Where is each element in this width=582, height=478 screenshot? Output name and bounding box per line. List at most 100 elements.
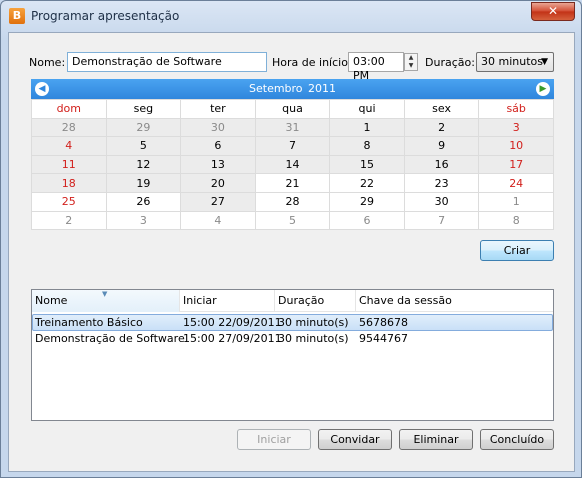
calendar-day[interactable]: 2	[31, 210, 107, 231]
calendar-day[interactable]: 28	[254, 191, 331, 212]
calendar-day[interactable]: 26	[105, 191, 182, 212]
calendar-day[interactable]: 6	[329, 210, 405, 231]
weekday-sun: dom	[31, 99, 107, 119]
column-header-start[interactable]: Iniciar	[180, 290, 275, 312]
calendar-day[interactable]: 3	[105, 210, 182, 231]
calendar-day[interactable]: 7	[254, 136, 331, 156]
row-duration: 30 minuto(s)	[278, 316, 349, 329]
duration-label: Duração:	[425, 56, 475, 69]
calendar-day[interactable]: 4	[180, 210, 256, 231]
weekday-fri: sex	[403, 99, 480, 119]
calendar-header: ◀ Setembro 2011 ▶	[31, 79, 554, 99]
calendar-day[interactable]: 29	[105, 117, 182, 138]
calendar-day[interactable]: 30	[180, 117, 256, 138]
calendar-day[interactable]: 23	[403, 173, 480, 193]
column-header-name[interactable]: Nome ▼	[32, 290, 180, 312]
column-header-name-label: Nome	[35, 294, 68, 307]
dialog-body: Nome: Demonstração de Software Hora de i…	[8, 32, 575, 472]
app-b-icon: B	[9, 8, 25, 24]
calendar-day[interactable]: 20	[180, 173, 256, 193]
calendar-week: 28 29 30 31 1 2 3	[31, 117, 554, 138]
duration-value: 30 minutos	[481, 55, 543, 68]
calendar-day[interactable]: 8	[329, 136, 405, 156]
sort-arrow-icon: ▼	[102, 290, 108, 298]
list-header: Nome ▼ Iniciar Duração Chave da sessão	[32, 290, 553, 312]
calendar-day[interactable]: 27	[180, 191, 256, 212]
column-header-key[interactable]: Chave da sessão	[356, 290, 553, 312]
name-input[interactable]: Demonstração de Software	[67, 52, 267, 72]
sessions-list: Nome ▼ Iniciar Duração Chave da sessão T…	[31, 289, 554, 421]
chevron-down-icon: ▼	[541, 57, 548, 67]
chevron-left-icon[interactable]: ◀	[35, 82, 49, 96]
calendar-day[interactable]: 14	[254, 154, 331, 175]
row-duration: 30 minuto(s)	[278, 332, 349, 345]
calendar-day[interactable]: 28	[31, 117, 107, 138]
start-time-spinner[interactable]: ▲ ▼	[404, 53, 418, 71]
row-start: 15:00 27/09/2011	[183, 332, 282, 345]
calendar-day[interactable]: 29	[329, 191, 405, 212]
window-title: Programar apresentação	[31, 9, 180, 23]
calendar-week: 11 12 13 14 15 16 17	[31, 154, 554, 175]
calendar-day[interactable]: 5	[254, 210, 331, 231]
list-item[interactable]: Demonstração de Software 15:00 27/09/201…	[32, 331, 553, 348]
calendar-day[interactable]: 19	[105, 173, 182, 193]
weekday-row: dom seg ter qua qui sex sáb	[31, 99, 554, 119]
calendar-day[interactable]: 11	[31, 154, 107, 175]
calendar-day[interactable]: 31	[254, 117, 331, 138]
row-start: 15:00 22/09/2011	[183, 316, 282, 329]
calendar-day[interactable]: 4	[31, 136, 107, 156]
calendar-week: 18 19 20 21 22 23 24	[31, 173, 554, 193]
calendar-day[interactable]: 16	[403, 154, 480, 175]
calendar-day[interactable]: 12	[105, 154, 182, 175]
calendar-day[interactable]: 5	[105, 136, 182, 156]
weekday-wed: qua	[254, 99, 331, 119]
create-button[interactable]: Criar	[480, 240, 554, 261]
calendar-month[interactable]: Setembro	[249, 82, 303, 95]
calendar-grid: dom seg ter qua qui sex sáb 28 29 30 31 …	[31, 99, 554, 231]
spin-down-icon[interactable]: ▼	[405, 62, 417, 70]
calendar-day[interactable]: 22	[329, 173, 405, 193]
calendar-week: 2 3 4 5 6 7 8	[31, 210, 554, 231]
chevron-right-icon[interactable]: ▶	[536, 82, 550, 96]
calendar-day[interactable]: 15	[329, 154, 405, 175]
done-button[interactable]: Concluído	[480, 429, 554, 450]
calendar-day[interactable]: 24	[478, 173, 554, 193]
column-header-duration[interactable]: Duração	[275, 290, 356, 312]
calendar-day[interactable]: 13	[180, 154, 256, 175]
list-item[interactable]: Treinamento Básico 15:00 22/09/2011 30 m…	[32, 314, 553, 331]
spin-up-icon[interactable]: ▲	[405, 54, 417, 62]
calendar-year[interactable]: 2011	[308, 82, 336, 95]
start-button[interactable]: Iniciar	[237, 429, 311, 450]
weekday-tue: ter	[180, 99, 256, 119]
calendar-day[interactable]: 18	[31, 173, 107, 193]
calendar-week: 4 5 6 7 8 9 10	[31, 136, 554, 156]
calendar-day[interactable]: 9	[403, 136, 480, 156]
row-name: Treinamento Básico	[35, 316, 143, 329]
duration-select[interactable]: 30 minutos ▼	[476, 52, 554, 72]
calendar-day[interactable]: 8	[478, 210, 554, 231]
dialog-window: B Programar apresentação ✕ Nome: Demonst…	[0, 0, 582, 478]
calendar-day[interactable]: 6	[180, 136, 256, 156]
calendar-day[interactable]: 7	[403, 210, 480, 231]
calendar-day[interactable]: 3	[478, 117, 554, 138]
calendar-day[interactable]: 1	[478, 191, 554, 212]
row-name: Demonstração de Software	[35, 332, 185, 345]
row-key: 5678678	[359, 316, 408, 329]
calendar-day[interactable]: 10	[478, 136, 554, 156]
weekday-thu: qui	[329, 99, 405, 119]
close-button[interactable]: ✕	[531, 2, 575, 21]
start-time-input[interactable]: 03:00 PM	[348, 52, 404, 82]
calendar-day[interactable]: 2	[403, 117, 480, 138]
weekday-sat: sáb	[478, 99, 554, 119]
calendar-day[interactable]: 1	[329, 117, 405, 138]
calendar-day[interactable]: 25	[31, 191, 107, 212]
row-key: 9544767	[359, 332, 408, 345]
name-label: Nome:	[29, 56, 66, 69]
calendar-week: 25 26 27 28 29 30 1	[31, 191, 554, 212]
delete-button[interactable]: Eliminar	[399, 429, 473, 450]
calendar-day[interactable]: 21	[254, 173, 331, 193]
calendar-day[interactable]: 17	[478, 154, 554, 175]
calendar-day[interactable]: 30	[403, 191, 480, 212]
title-bar[interactable]: B Programar apresentação ✕	[1, 1, 581, 31]
invite-button[interactable]: Convidar	[318, 429, 392, 450]
